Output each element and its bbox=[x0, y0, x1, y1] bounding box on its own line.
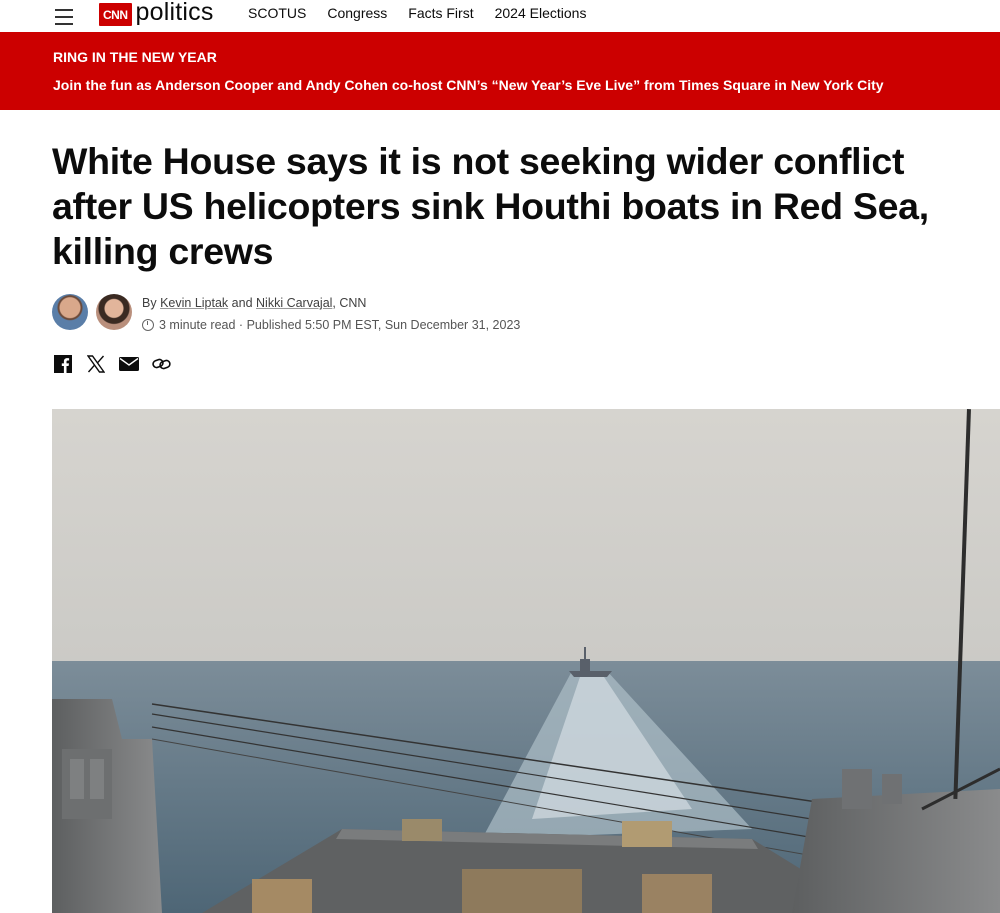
meta-separator: · bbox=[238, 318, 244, 332]
section-name: politics bbox=[135, 0, 214, 26]
cnn-logo: CNN bbox=[99, 2, 132, 26]
share-bar bbox=[53, 354, 185, 374]
section-nav: SCOTUS Congress Facts First 2024 Electio… bbox=[248, 5, 607, 21]
clock-icon bbox=[142, 319, 154, 331]
publish-timestamp: Published 5:50 PM EST, Sun December 31, … bbox=[246, 318, 521, 332]
nav-link-congress[interactable]: Congress bbox=[327, 5, 387, 21]
hero-image-naval-ships-red-sea bbox=[52, 409, 1000, 913]
article-headline: White House says it is not seeking wider… bbox=[52, 140, 929, 272]
author-avatar-kevin-liptak[interactable] bbox=[52, 294, 88, 330]
hero-image[interactable] bbox=[52, 409, 1000, 913]
byline: By Kevin Liptak and Nikki Carvajal, CNN bbox=[142, 296, 366, 310]
author-link-nikki-carvajal[interactable]: Nikki Carvajal bbox=[256, 296, 332, 310]
banner-eyebrow: RING IN THE NEW YEAR bbox=[53, 49, 217, 65]
byline-prefix: By bbox=[142, 296, 157, 310]
nav-link-scotus[interactable]: SCOTUS bbox=[248, 5, 306, 21]
read-time: 3 minute read bbox=[159, 318, 236, 332]
byline-and: and bbox=[231, 296, 253, 310]
author-avatar-nikki-carvajal[interactable] bbox=[96, 294, 132, 330]
x-icon[interactable] bbox=[86, 354, 106, 374]
hamburger-menu-icon[interactable] bbox=[55, 4, 73, 26]
facebook-icon[interactable] bbox=[53, 354, 73, 374]
email-icon[interactable] bbox=[119, 354, 139, 374]
nav-link-facts-first[interactable]: Facts First bbox=[408, 5, 473, 21]
author-avatars bbox=[52, 294, 140, 330]
author-link-kevin-liptak[interactable]: Kevin Liptak bbox=[160, 296, 228, 310]
banner-text: Join the fun as Anderson Cooper and Andy… bbox=[53, 77, 884, 93]
byline-outlet: , CNN bbox=[332, 296, 367, 310]
cnn-politics-logo[interactable]: CNN politics bbox=[99, 0, 214, 28]
article-meta: 3 minute read · Published 5:50 PM EST, S… bbox=[142, 318, 520, 332]
promo-banner[interactable]: RING IN THE NEW YEAR Join the fun as And… bbox=[0, 32, 1000, 110]
link-icon[interactable] bbox=[152, 354, 172, 374]
nav-link-2024-elections[interactable]: 2024 Elections bbox=[495, 5, 587, 21]
top-navigation: CNN politics SCOTUS Congress Facts First… bbox=[0, 0, 1000, 32]
